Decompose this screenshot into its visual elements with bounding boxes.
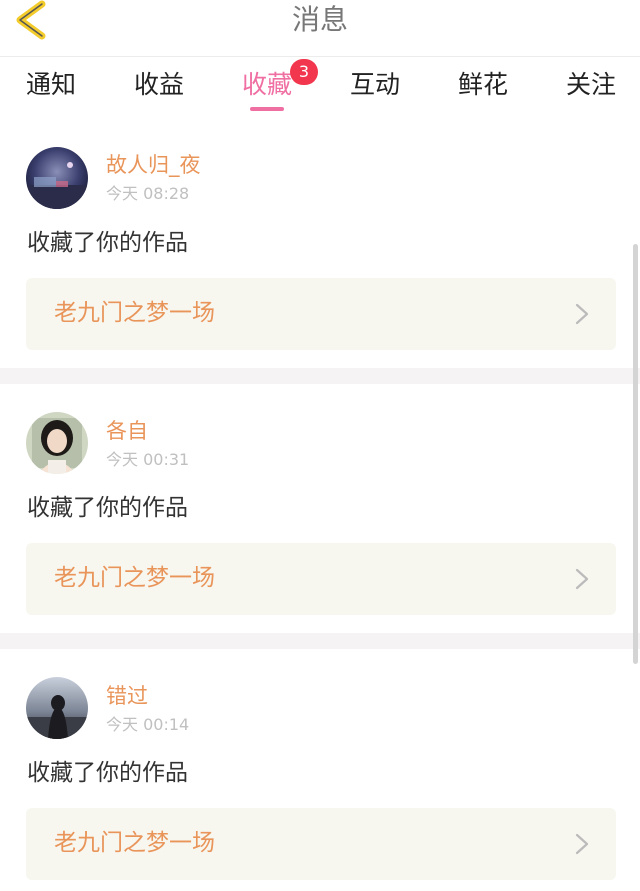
tab-notifications[interactable]: 通知 [22, 65, 80, 117]
unread-badge: 3 [290, 59, 318, 85]
chevron-right-icon [575, 568, 589, 590]
scrollbar-thumb[interactable] [633, 244, 638, 664]
action-text: 收藏了你的作品 [27, 230, 188, 256]
list-item: 各自 今天 00:31 收藏了你的作品 老九门之梦一场 [0, 384, 640, 633]
chevron-right-icon [575, 833, 589, 855]
tab-label: 收益 [133, 70, 184, 99]
message-tabs: 通知 收益 收藏 3 互动 鲜花 关注 [0, 57, 640, 119]
username[interactable]: 各自 [106, 418, 148, 444]
list-item: 错过 今天 00:14 收藏了你的作品 老九门之梦一场 [0, 649, 640, 891]
top-bar: 消息 [0, 0, 640, 57]
tab-label: 收藏 [241, 70, 292, 99]
username[interactable]: 错过 [106, 683, 148, 709]
scrollbar[interactable] [632, 120, 640, 891]
tab-label: 关注 [565, 70, 616, 99]
chevron-right-icon [575, 303, 589, 325]
night-scene-avatar-icon [26, 147, 88, 209]
silhouette-avatar-icon [26, 677, 88, 739]
tab-label: 通知 [25, 70, 76, 99]
avatar[interactable] [26, 677, 88, 739]
tab-favorites[interactable]: 收藏 3 [238, 59, 318, 117]
divider [0, 633, 640, 649]
active-tab-indicator [250, 107, 284, 111]
avatar[interactable] [26, 147, 88, 209]
girl-portrait-avatar-icon [26, 412, 88, 474]
tab-label: 鲜花 [457, 70, 508, 99]
work-link[interactable]: 老九门之梦一场 [26, 278, 616, 350]
action-text: 收藏了你的作品 [27, 495, 188, 521]
work-title: 老九门之梦一场 [54, 300, 215, 326]
username[interactable]: 故人归_夜 [106, 152, 201, 178]
avatar[interactable] [26, 412, 88, 474]
list-item: 故人归_夜 今天 08:28 收藏了你的作品 老九门之梦一场 [0, 120, 640, 368]
timestamp: 今天 00:31 [106, 450, 190, 469]
work-title: 老九门之梦一场 [54, 830, 215, 856]
tab-following[interactable]: 关注 [562, 65, 620, 117]
page-title: 消息 [291, 3, 348, 36]
timestamp: 今天 08:28 [106, 184, 190, 203]
work-link[interactable]: 老九门之梦一场 [26, 808, 616, 880]
action-text: 收藏了你的作品 [27, 760, 188, 786]
tab-label: 互动 [349, 70, 400, 99]
tab-interactions[interactable]: 互动 [346, 65, 404, 117]
divider [0, 368, 640, 384]
tab-earnings[interactable]: 收益 [130, 65, 188, 117]
timestamp: 今天 00:14 [106, 715, 190, 734]
tab-flowers[interactable]: 鲜花 [454, 65, 512, 117]
work-title: 老九门之梦一场 [54, 565, 215, 591]
work-link[interactable]: 老九门之梦一场 [26, 543, 616, 615]
